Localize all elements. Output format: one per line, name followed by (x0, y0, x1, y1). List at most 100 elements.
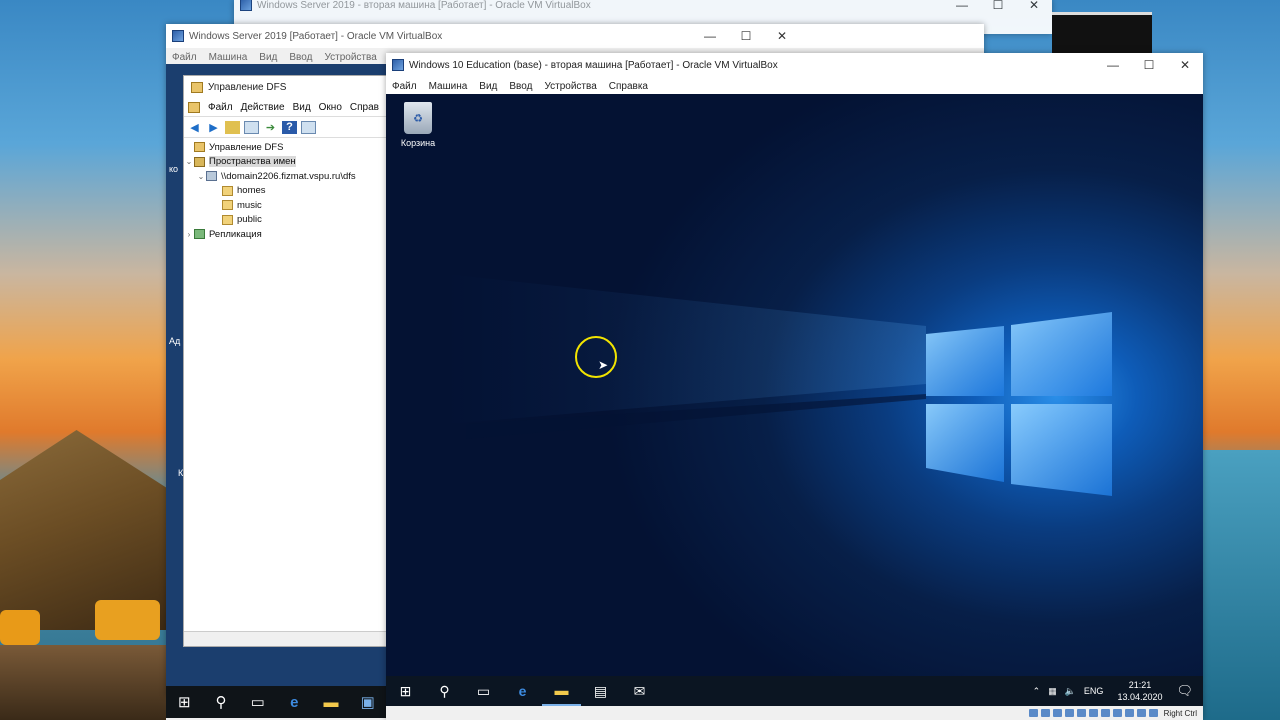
menu-machine[interactable]: Машина (429, 81, 468, 92)
window-title: Windows Server 2019 [Работает] - Oracle … (189, 30, 443, 42)
maximize-icon[interactable]: ☐ (1131, 53, 1167, 77)
recycle-bin-icon: ♻ (404, 102, 432, 134)
usb-icon[interactable] (1077, 709, 1087, 717)
mail-icon[interactable]: ✉ (620, 683, 659, 700)
task-view-icon[interactable]: ▭ (239, 693, 276, 711)
dfs-menu-file[interactable]: Файл (208, 102, 233, 113)
close-icon[interactable]: ✕ (764, 24, 800, 48)
maximize-icon[interactable]: ☐ (980, 0, 1016, 12)
dfs-menu-help[interactable]: Справ (350, 102, 379, 113)
optical-drive-icon[interactable] (1041, 709, 1051, 717)
horizontal-scrollbar[interactable] (184, 631, 387, 646)
close-icon[interactable]: ✕ (1016, 0, 1052, 12)
tree-label: Пространства имен (209, 156, 296, 168)
language-indicator[interactable]: ENG (1084, 686, 1104, 696)
maximize-icon[interactable]: ☐ (728, 24, 764, 48)
display-icon[interactable] (1101, 709, 1111, 717)
video-capture-icon[interactable] (1113, 709, 1123, 717)
window-titlebar[interactable]: Windows 10 Education (base) - вторая маш… (386, 53, 1203, 77)
mouse-integration-icon[interactable] (1137, 709, 1147, 717)
hard-disk-icon[interactable] (1029, 709, 1039, 717)
dfs-menu-view[interactable]: Вид (293, 102, 311, 113)
menu-view[interactable]: Вид (259, 52, 277, 63)
windows-start-icon[interactable]: ⊞ (166, 693, 203, 711)
show-tree-icon[interactable] (244, 120, 259, 134)
tree-item-namespace[interactable]: ⌄ \\domain2206.fizmat.vspu.ru\dfs (184, 169, 387, 184)
vbox-menubar: Файл Машина Вид Ввод Устройства Справка (386, 77, 1203, 95)
keyboard-icon[interactable] (1149, 709, 1159, 717)
search-icon[interactable]: ⚲ (203, 693, 240, 711)
ie-icon[interactable]: e (276, 694, 313, 711)
desktop-chair (95, 600, 160, 640)
shared-folders-icon[interactable] (1089, 709, 1099, 717)
up-folder-icon[interactable] (225, 120, 240, 134)
folder-icon (222, 185, 233, 196)
chevron-down-icon[interactable]: ⌄ (184, 157, 194, 166)
dfs-menu-window[interactable]: Окно (319, 102, 342, 113)
tree-item-folder[interactable]: public (184, 213, 387, 228)
vbox-statusbar: Right Ctrl (386, 706, 1203, 720)
chevron-up-icon[interactable]: ⌃ (1033, 686, 1041, 697)
chevron-down-icon[interactable]: ⌄ (196, 172, 206, 181)
export-list-icon[interactable]: ➔ (263, 121, 278, 134)
search-icon[interactable]: ⚲ (425, 683, 464, 700)
menu-file[interactable]: Файл (392, 81, 417, 92)
tree-item-folder[interactable]: homes (184, 184, 387, 199)
desktop-ground (0, 645, 170, 720)
vbox-window-w10[interactable]: Windows 10 Education (base) - вторая маш… (386, 53, 1203, 720)
forward-arrow-icon[interactable]: ▶ (206, 121, 221, 134)
menu-help[interactable]: Справка (609, 81, 648, 92)
recycle-bin-shortcut[interactable]: ♻ Корзина (396, 102, 440, 148)
tree-label: \\domain2206.fizmat.vspu.ru\dfs (221, 170, 356, 182)
dfs-titlebar[interactable]: Управление DFS (184, 76, 387, 98)
menu-input[interactable]: Ввод (289, 52, 312, 63)
virtualbox-icon (392, 59, 404, 71)
tree-item-namespaces[interactable]: ⌄ Пространства имен (184, 155, 387, 170)
server-manager-icon[interactable]: ▣ (349, 693, 386, 711)
volume-icon[interactable]: 🔈 (1065, 686, 1076, 697)
window-titlebar[interactable]: Windows Server 2019 - вторая машина [Раб… (234, 0, 1052, 12)
minimize-icon[interactable]: — (692, 24, 728, 48)
menu-devices[interactable]: Устройства (544, 81, 596, 92)
dfs-menu-action[interactable]: Действие (241, 102, 285, 113)
clock[interactable]: 21:21 13.04.2020 (1117, 679, 1162, 703)
tree-item-replication[interactable]: › Репликация (184, 227, 387, 242)
action-pane-icon[interactable] (301, 120, 316, 134)
dfs-tree: Управление DFS ⌄ Пространства имен ⌄ \\d… (184, 138, 387, 242)
close-icon[interactable]: ✕ (1167, 53, 1203, 77)
menu-view[interactable]: Вид (479, 81, 497, 92)
windows-start-icon[interactable]: ⊞ (386, 683, 425, 700)
dfs-app-icon (191, 81, 203, 93)
menu-machine[interactable]: Машина (209, 52, 248, 63)
window-titlebar[interactable]: Windows Server 2019 [Работает] - Oracle … (166, 24, 984, 48)
file-explorer-icon[interactable]: ▬ (313, 694, 350, 711)
dfs-menubar: Файл Действие Вид Окно Справ (184, 98, 387, 117)
minimize-icon[interactable]: — (1095, 53, 1131, 77)
folder-icon (222, 214, 233, 225)
menu-file[interactable]: Файл (172, 52, 197, 63)
menu-devices[interactable]: Устройства (324, 52, 376, 63)
back-arrow-icon[interactable]: ◀ (187, 121, 202, 134)
menu-input[interactable]: Ввод (509, 81, 532, 92)
minimize-icon[interactable]: — (944, 0, 980, 12)
help-icon[interactable]: ? (282, 120, 297, 134)
notification-icon[interactable]: 🗨 (1176, 683, 1193, 699)
task-view-icon[interactable]: ▭ (464, 683, 503, 700)
w10-vm-screen[interactable]: ♻ Корзина ➤ (386, 94, 1203, 676)
folder-icon (222, 200, 233, 211)
store-icon[interactable]: ▤ (581, 683, 620, 700)
tree-item-folder[interactable]: music (184, 198, 387, 213)
edge-icon[interactable]: e (503, 683, 542, 699)
network-icon[interactable]: ▦ (1048, 686, 1057, 697)
file-explorer-icon[interactable]: ▬ (542, 676, 581, 706)
audio-icon[interactable] (1053, 709, 1063, 717)
dfs-management-window[interactable]: Управление DFS Файл Действие Вид Окно Сп… (183, 75, 388, 647)
tree-label: homes (237, 185, 266, 197)
network-adapter-icon[interactable] (1065, 709, 1075, 717)
desktop-label: ко (169, 164, 179, 174)
desktop-sea (1200, 450, 1280, 720)
tree-item-dfs-root[interactable]: Управление DFS (184, 140, 387, 155)
cpu-icon[interactable] (1125, 709, 1135, 717)
chevron-right-icon[interactable]: › (184, 230, 194, 239)
desktop-label: Ад (169, 336, 181, 346)
